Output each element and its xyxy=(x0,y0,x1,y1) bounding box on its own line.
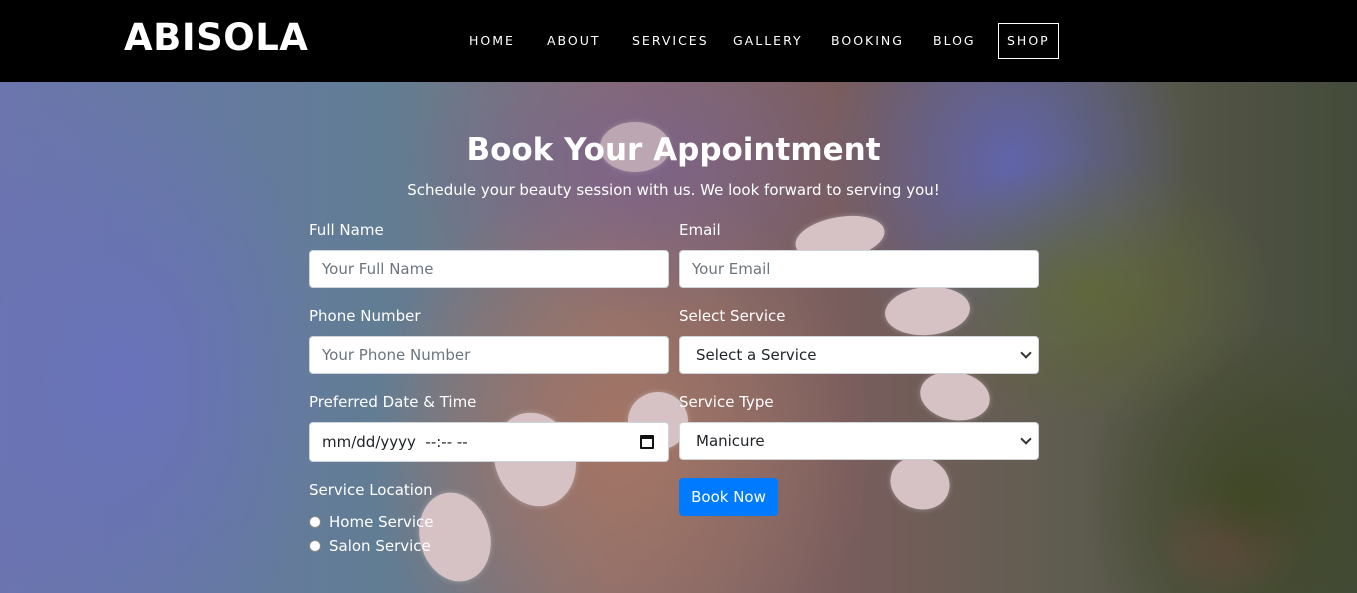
full-name-field[interactable] xyxy=(309,250,669,288)
service-select[interactable]: Select a Service xyxy=(679,336,1039,374)
phone-field[interactable] xyxy=(309,336,669,374)
phone-label: Phone Number xyxy=(309,307,421,325)
top-navbar: ABISOLA HOME ABOUT SERVICES GALLERY BOOK… xyxy=(0,0,1357,82)
datetime-label: Preferred Date & Time xyxy=(309,393,477,411)
radio-home-service[interactable]: Home Service xyxy=(309,513,434,531)
full-name-input[interactable] xyxy=(322,251,656,287)
radio-label: Home Service xyxy=(329,513,434,531)
datetime-value: mm/dd/yyyy --:-- -- xyxy=(322,433,468,451)
service-type-select[interactable]: Manicure xyxy=(679,422,1039,460)
email-input[interactable] xyxy=(692,251,1026,287)
service-type-value: Manicure xyxy=(696,432,765,450)
book-now-button[interactable]: Book Now xyxy=(679,478,778,516)
phone-input[interactable] xyxy=(322,337,656,373)
radio-button[interactable] xyxy=(309,540,321,552)
chevron-down-icon xyxy=(1020,433,1032,445)
radio-salon-service[interactable]: Salon Service xyxy=(309,537,431,555)
radio-label: Salon Service xyxy=(329,537,431,555)
nav-services[interactable]: SERVICES xyxy=(632,23,709,59)
radio-button[interactable] xyxy=(309,516,321,528)
page-subtitle: Schedule your beauty session with us. We… xyxy=(407,181,940,199)
chevron-down-icon xyxy=(1020,347,1032,359)
service-label: Select Service xyxy=(679,307,786,325)
service-select-value: Select a Service xyxy=(696,346,817,364)
nav-about[interactable]: ABOUT xyxy=(547,23,601,59)
calendar-icon[interactable] xyxy=(640,435,654,449)
nav-booking[interactable]: BOOKING xyxy=(831,23,904,59)
nav-home[interactable]: HOME xyxy=(469,23,515,59)
nav-gallery[interactable]: GALLERY xyxy=(733,23,803,59)
full-name-label: Full Name xyxy=(309,221,384,239)
email-label: Email xyxy=(679,221,721,239)
nav-shop-button[interactable]: SHOP xyxy=(998,23,1059,59)
datetime-input[interactable]: mm/dd/yyyy --:-- -- xyxy=(309,422,669,462)
brand-logo[interactable]: ABISOLA xyxy=(124,16,308,59)
location-label: Service Location xyxy=(309,481,433,499)
service-type-label: Service Type xyxy=(679,393,774,411)
page-title: Book Your Appointment xyxy=(466,132,881,168)
nav-blog[interactable]: BLOG xyxy=(933,23,976,59)
email-field[interactable] xyxy=(679,250,1039,288)
